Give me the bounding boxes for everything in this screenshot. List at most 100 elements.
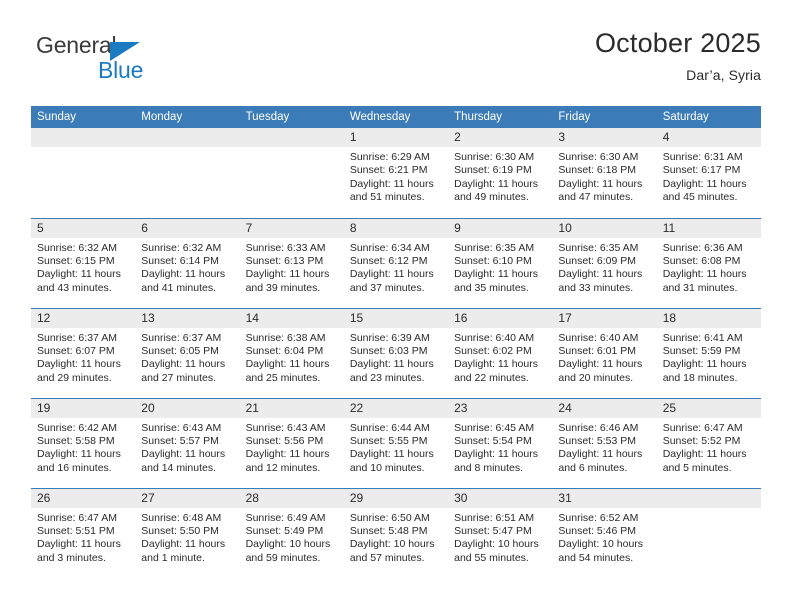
sunset-text: Sunset: 6:19 PM — [454, 164, 532, 177]
calendar-day-cell[interactable]: 9 Sunrise: 6:35 AM Sunset: 6:10 PM Daylight… — [448, 217, 553, 308]
day-box: 25 Sunrise: 6:47 AM Sunset: 5:52 PM Dayligh… — [656, 398, 761, 488]
day-box: 24 Sunrise: 6:46 AM Sunset: 5:53 PM Dayligh… — [552, 398, 657, 488]
calendar-day-cell[interactable]: 15 Sunrise: 6:39 AM Sunset: 6:03 PM Dayligh… — [343, 307, 449, 398]
day-number: 17 — [552, 308, 657, 328]
calendar-day-cell[interactable]: 22 Sunrise: 6:44 AM Sunset: 5:55 PM Dayligh… — [343, 397, 449, 488]
calendar-day-cell[interactable]: 1 Sunrise: 6:29 AM Sunset: 6:21 PM Daylight… — [343, 128, 449, 218]
weekday-header-row: Sunday Monday Tuesday Wednesday Thursday… — [31, 106, 761, 128]
calendar-day-cell[interactable]: 27 Sunrise: 6:48 AM Sunset: 5:50 PM Dayligh… — [135, 487, 240, 578]
sunrise-sunset-calendar: Sunday Monday Tuesday Wednesday Thursday… — [31, 106, 761, 578]
day-number: 10 — [552, 218, 657, 238]
calendar-day-cell[interactable]: 6 Sunrise: 6:32 AM Sunset: 6:14 PM Daylight… — [135, 217, 240, 308]
calendar-day-cell[interactable]: 20 Sunrise: 6:43 AM Sunset: 5:57 PM Dayligh… — [135, 397, 240, 488]
sunrise-text: Sunrise: 6:30 AM — [558, 151, 639, 163]
calendar-day-cell[interactable]: 31 Sunrise: 6:52 AM Sunset: 5:46 PM Dayligh… — [552, 487, 657, 578]
day-sun-info: Sunrise: 6:31 AM Sunset: 6:17 PM Daylight:… — [657, 147, 761, 205]
calendar-day-cell[interactable]: 5 Sunrise: 6:32 AM Sunset: 6:15 PM Daylight… — [31, 217, 136, 308]
day-sun-info: Sunrise: 6:48 AM Sunset: 5:50 PM Daylight:… — [135, 508, 239, 566]
day-number — [656, 488, 761, 508]
day-sun-info: Sunrise: 6:50 AM Sunset: 5:48 PM Daylight:… — [344, 508, 448, 566]
day-number — [239, 128, 344, 147]
calendar-day-cell[interactable]: 24 Sunrise: 6:46 AM Sunset: 5:53 PM Dayligh… — [552, 397, 657, 488]
calendar-day-cell[interactable]: 4 Sunrise: 6:31 AM Sunset: 6:17 PM Daylight… — [656, 128, 761, 218]
daylight-text-line1: Daylight: 11 hours — [454, 358, 538, 371]
daylight-text-line1: Daylight: 11 hours — [558, 448, 643, 461]
day-box: 23 Sunrise: 6:45 AM Sunset: 5:54 PM Dayligh… — [448, 398, 553, 488]
day-sun-info: Sunrise: 6:40 AM Sunset: 6:01 PM Daylight:… — [552, 328, 656, 386]
calendar-day-cell[interactable]: 12 Sunrise: 6:37 AM Sunset: 6:07 PM Dayligh… — [31, 307, 136, 398]
day-number: 24 — [552, 398, 657, 418]
sunrise-text: Sunrise: 6:48 AM — [141, 511, 222, 524]
daylight-text-line1: Daylight: 11 hours — [454, 448, 538, 461]
calendar-day-cell[interactable]: 29 Sunrise: 6:50 AM Sunset: 5:48 PM Dayligh… — [343, 487, 449, 578]
day-sun-info: Sunrise: 6:35 AM Sunset: 6:10 PM Daylight:… — [448, 238, 552, 296]
daylight-text-line2: and 22 minutes. — [454, 371, 529, 384]
daylight-text-line2: and 35 minutes. — [454, 281, 529, 294]
calendar-day-cell[interactable]: 8 Sunrise: 6:34 AM Sunset: 6:12 PM Daylight… — [343, 217, 449, 308]
sunset-text: Sunset: 6:05 PM — [141, 344, 219, 357]
calendar-day-cell[interactable]: 28 Sunrise: 6:49 AM Sunset: 5:49 PM Dayligh… — [239, 487, 344, 578]
calendar-day-cell[interactable]: 2 Sunrise: 6:30 AM Sunset: 6:19 PM Daylight… — [448, 128, 553, 218]
day-box: 7 Sunrise: 6:33 AM Sunset: 6:13 PM Daylight… — [239, 218, 344, 308]
calendar-day-cell[interactable]: 11 Sunrise: 6:36 AM Sunset: 6:08 PM Dayligh… — [656, 217, 761, 308]
calendar-day-cell[interactable]: 25 Sunrise: 6:47 AM Sunset: 5:52 PM Dayligh… — [656, 397, 761, 488]
day-box — [31, 128, 136, 218]
day-box: 17 Sunrise: 6:40 AM Sunset: 6:01 PM Dayligh… — [552, 308, 657, 398]
sunrise-text: Sunrise: 6:44 AM — [349, 421, 430, 434]
day-sun-info: Sunrise: 6:49 AM Sunset: 5:49 PM Daylight:… — [240, 508, 344, 566]
calendar-day-cell[interactable]: 13 Sunrise: 6:37 AM Sunset: 6:05 PM Dayligh… — [135, 307, 240, 398]
sunset-text: Sunset: 6:12 PM — [349, 254, 428, 267]
sunset-text: Sunset: 5:59 PM — [662, 344, 741, 357]
calendar-day-cell[interactable]: 17 Sunrise: 6:40 AM Sunset: 6:01 PM Dayligh… — [552, 307, 657, 398]
day-sun-info: Sunrise: 6:51 AM Sunset: 5:47 PM Daylight:… — [448, 508, 552, 566]
day-number: 21 — [239, 398, 344, 418]
calendar-page: General Blue October 2025 Dar’a, Syria S… — [0, 0, 792, 612]
calendar-day-cell[interactable]: 18 Sunrise: 6:41 AM Sunset: 5:59 PM Dayligh… — [656, 307, 761, 398]
sunset-text: Sunset: 6:02 PM — [454, 344, 532, 357]
calendar-week-row: 1 Sunrise: 6:29 AM Sunset: 6:21 PM Daylight… — [31, 128, 761, 218]
day-sun-info: Sunrise: 6:44 AM Sunset: 5:55 PM Daylight:… — [344, 418, 448, 476]
day-sun-info: Sunrise: 6:30 AM Sunset: 6:18 PM Daylight:… — [552, 147, 656, 205]
sunrise-text: Sunrise: 6:47 AM — [662, 421, 743, 434]
daylight-text-line1: Daylight: 11 hours — [558, 358, 643, 371]
weekday-header-sunday: Sunday — [31, 106, 136, 128]
daylight-text-line2: and 8 minutes. — [454, 461, 524, 474]
calendar-day-cell[interactable]: 26 Sunrise: 6:47 AM Sunset: 5:51 PM Dayligh… — [31, 487, 136, 578]
day-number: 1 — [343, 128, 449, 147]
page-header: General Blue October 2025 Dar’a, Syria — [31, 28, 761, 98]
calendar-day-cell[interactable]: 16 Sunrise: 6:40 AM Sunset: 6:02 PM Dayligh… — [448, 307, 553, 398]
daylight-text-line2: and 54 minutes. — [558, 551, 634, 564]
calendar-day-cell[interactable]: 19 Sunrise: 6:42 AM Sunset: 5:58 PM Dayligh… — [31, 397, 136, 488]
calendar-week-row: 5 Sunrise: 6:32 AM Sunset: 6:15 PM Daylight… — [31, 217, 761, 308]
daylight-text-line1: Daylight: 10 hours — [558, 538, 644, 551]
daylight-text-line1: Daylight: 11 hours — [349, 358, 434, 371]
sunset-text: Sunset: 5:54 PM — [454, 434, 532, 447]
calendar-day-cell[interactable]: 7 Sunrise: 6:33 AM Sunset: 6:13 PM Daylight… — [239, 217, 344, 308]
day-box: 20 Sunrise: 6:43 AM Sunset: 5:57 PM Dayligh… — [135, 398, 240, 488]
day-number — [135, 128, 240, 147]
day-number: 15 — [343, 308, 449, 328]
sunrise-text: Sunrise: 6:41 AM — [662, 331, 743, 344]
daylight-text-line1: Daylight: 11 hours — [349, 268, 434, 281]
calendar-day-cell[interactable]: 14 Sunrise: 6:38 AM Sunset: 6:04 PM Dayligh… — [239, 307, 344, 398]
calendar-day-cell[interactable]: 23 Sunrise: 6:45 AM Sunset: 5:54 PM Dayligh… — [448, 397, 553, 488]
calendar-day-cell[interactable]: 30 Sunrise: 6:51 AM Sunset: 5:47 PM Dayligh… — [448, 487, 553, 578]
sunrise-text: Sunrise: 6:39 AM — [349, 331, 430, 344]
sunset-text: Sunset: 6:17 PM — [662, 164, 741, 177]
calendar-day-cell[interactable]: 3 Sunrise: 6:30 AM Sunset: 6:18 PM Daylight… — [552, 128, 657, 218]
sunrise-text: Sunrise: 6:34 AM — [349, 241, 430, 254]
daylight-text-line2: and 3 minutes. — [37, 551, 106, 564]
sunrise-text: Sunrise: 6:40 AM — [454, 331, 535, 344]
day-number: 5 — [31, 218, 136, 238]
daylight-text-line1: Daylight: 10 hours — [349, 538, 435, 551]
sunrise-text: Sunrise: 6:32 AM — [141, 241, 222, 254]
daylight-text-line1: Daylight: 11 hours — [662, 177, 747, 190]
calendar-day-cell[interactable]: 10 Sunrise: 6:35 AM Sunset: 6:09 PM Dayligh… — [552, 217, 657, 308]
sunrise-text: Sunrise: 6:38 AM — [245, 331, 326, 344]
day-box: 2 Sunrise: 6:30 AM Sunset: 6:19 PM Daylight… — [448, 128, 553, 218]
day-box: 15 Sunrise: 6:39 AM Sunset: 6:03 PM Dayligh… — [343, 308, 449, 398]
calendar-day-cell[interactable]: 21 Sunrise: 6:43 AM Sunset: 5:56 PM Dayligh… — [239, 397, 344, 488]
calendar-day-cell-empty — [31, 128, 136, 218]
sunset-text: Sunset: 6:03 PM — [349, 344, 428, 357]
sunrise-text: Sunrise: 6:30 AM — [454, 151, 535, 163]
